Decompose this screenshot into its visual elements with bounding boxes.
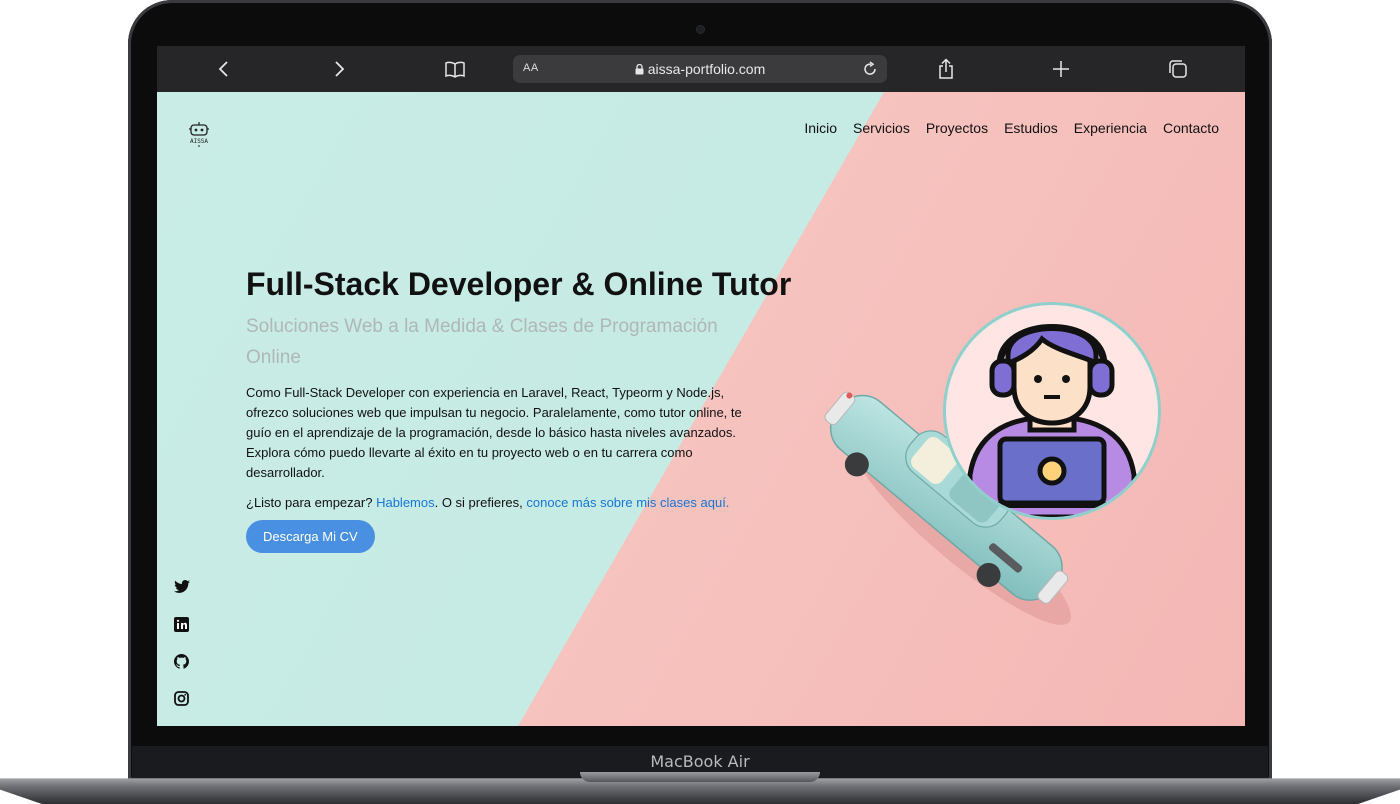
url-text: aissa-portfolio.com bbox=[647, 61, 766, 77]
nav-inicio[interactable]: Inicio bbox=[804, 120, 837, 136]
twitter-link[interactable] bbox=[174, 580, 190, 596]
nav-estudios[interactable]: Estudios bbox=[1004, 120, 1058, 136]
laptop-notch bbox=[580, 772, 820, 782]
classes-link[interactable]: conoce más sobre mis clases aquí. bbox=[526, 495, 729, 510]
linkedin-icon bbox=[174, 617, 189, 632]
hero-description: Como Full-Stack Developer con experienci… bbox=[246, 385, 742, 480]
tabs-button[interactable] bbox=[1163, 54, 1193, 84]
camera bbox=[697, 26, 704, 33]
cta-prefix: ¿Listo para empezar? bbox=[246, 495, 373, 510]
address-bar[interactable]: AA aissa-portfolio.com bbox=[513, 55, 887, 83]
twitter-icon bbox=[174, 580, 190, 593]
nav-servicios[interactable]: Servicios bbox=[853, 120, 910, 136]
site-logo[interactable]: AISSA bbox=[183, 122, 215, 150]
reload-button[interactable] bbox=[859, 58, 881, 80]
developer-headphones-icon bbox=[967, 324, 1137, 517]
share-icon bbox=[939, 58, 953, 79]
reload-icon bbox=[864, 61, 876, 75]
browser-toolbar: AA aissa-portfolio.com bbox=[157, 46, 1245, 92]
instagram-icon bbox=[174, 691, 189, 706]
forward-button[interactable] bbox=[324, 54, 354, 84]
bookmarks-icon bbox=[445, 61, 465, 78]
instagram-link[interactable] bbox=[174, 691, 190, 707]
cta-middle: . O si prefieres, bbox=[434, 495, 523, 510]
github-icon bbox=[174, 654, 189, 669]
hero-section: Full-Stack Developer & Online Tutor Solu… bbox=[246, 266, 806, 553]
bookmarks-button[interactable] bbox=[440, 54, 470, 84]
url-display[interactable]: aissa-portfolio.com bbox=[513, 61, 887, 77]
share-button[interactable] bbox=[931, 54, 961, 84]
lock-icon bbox=[635, 63, 644, 75]
web-page: AISSA Inicio Servicios Proyectos Estudio… bbox=[157, 92, 1245, 726]
hero-subtitle: Soluciones Web a la Medida & Clases de P… bbox=[246, 316, 718, 368]
linkedin-link[interactable] bbox=[174, 617, 190, 633]
back-icon bbox=[218, 61, 228, 77]
github-link[interactable] bbox=[174, 654, 190, 670]
hablemos-link[interactable]: Hablemos bbox=[376, 495, 435, 510]
developer-avatar bbox=[943, 302, 1161, 520]
download-cv-button[interactable]: Descarga Mi CV bbox=[246, 520, 375, 553]
svg-text:AISSA: AISSA bbox=[190, 138, 208, 145]
nav-experiencia[interactable]: Experiencia bbox=[1074, 120, 1147, 136]
browser-screen: AA aissa-portfolio.com AISSA Inicio Serv… bbox=[157, 46, 1245, 726]
robot-logo-icon: AISSA bbox=[189, 122, 209, 147]
main-nav: Inicio Servicios Proyectos Estudios Expe… bbox=[804, 120, 1219, 136]
nav-contacto[interactable]: Contacto bbox=[1163, 120, 1219, 136]
device-label: MacBook Air bbox=[650, 752, 750, 771]
back-button[interactable] bbox=[209, 54, 239, 84]
new-tab-icon bbox=[1053, 61, 1069, 77]
tabs-icon bbox=[1169, 60, 1187, 78]
hero-title: Full-Stack Developer & Online Tutor bbox=[246, 266, 792, 302]
new-tab-button[interactable] bbox=[1046, 54, 1076, 84]
nav-proyectos[interactable]: Proyectos bbox=[926, 120, 988, 136]
cta-line: ¿Listo para empezar? Hablemos. O si pref… bbox=[246, 495, 806, 510]
forward-icon bbox=[335, 61, 345, 77]
